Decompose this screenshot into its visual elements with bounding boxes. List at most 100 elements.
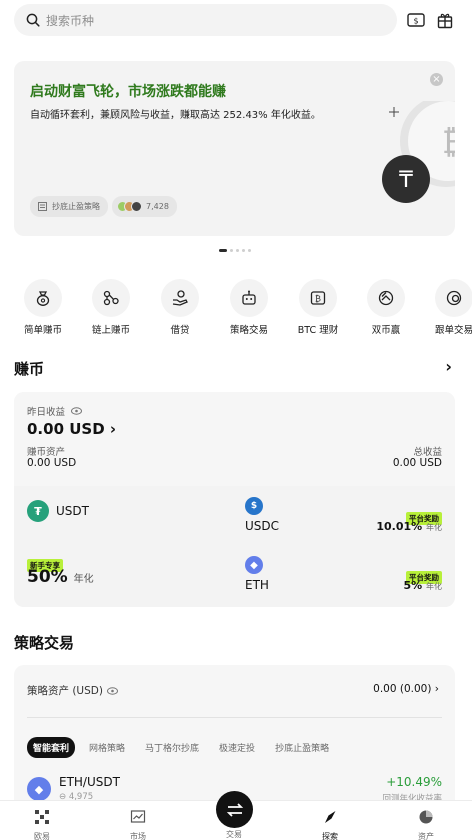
eye-icon[interactable]	[71, 407, 83, 415]
trade-button[interactable]	[216, 791, 253, 828]
shortcut-loan[interactable]: 借贷	[148, 279, 212, 336]
earn-summary[interactable]: 昨日收益 0.00 USD › 赚币资产 0.00 USD 总收益 0.00 U…	[14, 392, 455, 486]
search-icon	[26, 13, 40, 27]
strategy-tabs: 智能套利 网格策略 马丁格尔抄底 极速定投 抄底止盈策略	[27, 737, 335, 758]
shortcut-label: 双币赢	[371, 325, 401, 336]
nav-label: 探索	[322, 832, 338, 840]
close-icon[interactable]: ×	[430, 73, 443, 86]
chevron-right-icon: ›	[434, 683, 439, 695]
nav-label: 资产	[418, 832, 434, 840]
total-earnings-label: 总收益	[413, 447, 442, 458]
nav-home[interactable]: 欧易	[22, 809, 62, 840]
strategy-return: +10.49%	[386, 775, 442, 789]
participants-chip: 7,428	[112, 196, 177, 217]
total-earnings-value: 0.00 USD	[392, 457, 442, 469]
banner-title: 启动财富飞轮，市场涨跌都能赚	[30, 84, 226, 100]
nav-explore[interactable]: 探索	[310, 809, 350, 840]
strategy-chip[interactable]: 抄底止盈策略	[30, 196, 108, 217]
strategy-icon	[38, 202, 47, 211]
shortcut-label: 跟单交易	[434, 325, 472, 336]
product-apr: 10.01% 年化	[376, 520, 442, 533]
shortcut-label: BTC 理财	[297, 325, 339, 336]
nav-trade[interactable]: 交易	[214, 829, 254, 840]
earn-card: 昨日收益 0.00 USD › 赚币资产 0.00 USD 总收益 0.00 U…	[14, 392, 455, 607]
shortcut-btc-finance[interactable]: ₿ BTC 理财	[286, 279, 350, 336]
shortcut-simple-earn[interactable]: 简单赚币	[11, 279, 75, 336]
nav-assets[interactable]: 资产	[406, 809, 446, 840]
banner-illustration: ₿ ₸ ‹	[382, 101, 455, 203]
nav-label: 交易	[226, 830, 242, 839]
shortcut-copy-trading[interactable]: 跟单交易	[422, 279, 472, 336]
carousel-dot	[248, 249, 251, 252]
shortcut-strategy-trading[interactable]: 策略交易	[217, 279, 281, 336]
pie-icon	[419, 810, 433, 824]
shortcut-label: 链上赚币	[91, 325, 130, 336]
strategy-assets-value[interactable]: 0.00 (0.00) ›	[373, 683, 439, 695]
promo-banner[interactable]: 启动财富飞轮，市场涨跌都能赚 自动循环套利，兼顾风险与收益，赚取高达 252.4…	[14, 61, 455, 236]
product-apr: 50% 年化	[27, 567, 94, 587]
banner-subtitle: 自动循环套利，兼顾风险与收益，赚取高达 252.43% 年化收益。	[30, 110, 321, 121]
carousel-dot	[230, 249, 233, 252]
carousel-dot	[242, 249, 245, 252]
nav-market[interactable]: 市场	[118, 809, 158, 840]
shortcut-label: 简单赚币	[23, 325, 62, 336]
tab-dip-take-profit[interactable]: 抄底止盈策略	[269, 737, 335, 758]
divider	[27, 717, 442, 718]
svg-text:$: $	[413, 17, 418, 26]
nav-label: 市场	[130, 832, 146, 840]
carousel-indicator	[219, 249, 251, 252]
chevron-right-icon[interactable]: ›	[445, 357, 452, 376]
search-placeholder: 搜索币种	[46, 13, 95, 28]
search-input[interactable]: 搜索币种	[14, 4, 397, 36]
participants-count: 7,428	[146, 202, 169, 211]
product-coin: ETH	[245, 578, 269, 592]
product-coin: USDC	[245, 519, 280, 533]
tab-grid[interactable]: 网格策略	[83, 737, 131, 758]
trade-swap-icon	[226, 802, 243, 817]
tab-martingale[interactable]: 马丁格尔抄底	[139, 737, 205, 758]
loan-hand-icon	[172, 290, 188, 306]
compass-icon	[325, 811, 336, 823]
earn-section-title: 赚币	[14, 360, 45, 378]
earn-product-eth[interactable]: ◆ ETH 平台奖励 5% 年化	[234, 547, 455, 607]
tab-fast-dca[interactable]: 极速定投	[213, 737, 261, 758]
earn-product-usdt[interactable]: ₮ USDT 新手专享 50% 年化	[14, 487, 233, 607]
shortcut-onchain-earn[interactable]: 链上赚币	[79, 279, 143, 336]
chain-icon	[103, 290, 119, 306]
chart-icon	[130, 810, 146, 823]
eth-coin-icon: ◆	[27, 777, 51, 801]
product-apr: 5% 年化	[403, 579, 442, 592]
btc-wallet-icon: ₿	[310, 291, 326, 305]
yesterday-value: 0.00 USD ›	[27, 420, 117, 438]
svg-text:₸: ₸	[399, 168, 413, 193]
carousel-dot	[219, 249, 227, 252]
usdc-coin-icon: $	[245, 497, 263, 515]
usdt-coin-icon: ₮	[27, 500, 49, 522]
home-logo-icon	[35, 810, 49, 824]
shortcut-dual-investment[interactable]: 双币赢	[354, 279, 418, 336]
svg-text:₿: ₿	[315, 295, 321, 304]
earn-assets-label: 赚币资产	[27, 447, 66, 458]
eth-coin-icon: ◆	[245, 556, 263, 574]
shortcut-label: 策略交易	[229, 325, 268, 336]
svg-text:₿: ₿	[442, 123, 455, 161]
earn-assets-value: 0.00 USD	[27, 457, 77, 469]
nav-label: 欧易	[34, 832, 50, 840]
currency-exchange-icon[interactable]: $	[405, 9, 427, 31]
strategy-pair: ETH/USDT	[59, 775, 120, 789]
strategy-assets-label: 策略资产 (USD)	[27, 683, 118, 698]
avatar	[131, 201, 142, 212]
yesterday-label: 昨日收益	[27, 404, 83, 418]
gift-icon[interactable]	[434, 9, 456, 31]
top-bar: 搜索币种 $	[0, 0, 472, 40]
carousel-dot	[236, 249, 239, 252]
eye-icon[interactable]	[106, 686, 118, 695]
earn-product-usdc[interactable]: $ USDC 平台奖励 10.01% 年化	[234, 487, 455, 546]
robot-icon	[242, 290, 256, 305]
shortcut-row: 简单赚币 链上赚币 借贷 策略交易 ₿ BTC 理财 双币赢 跟单交易	[0, 279, 472, 339]
tab-smart-arbitrage[interactable]: 智能套利	[27, 737, 76, 758]
shortcut-label: 借贷	[170, 325, 190, 336]
chevron-right-icon: ›	[109, 420, 117, 438]
bottom-nav: 欧易 市场 交易 探索 资产	[0, 791, 472, 840]
money-bag-icon	[36, 291, 50, 306]
